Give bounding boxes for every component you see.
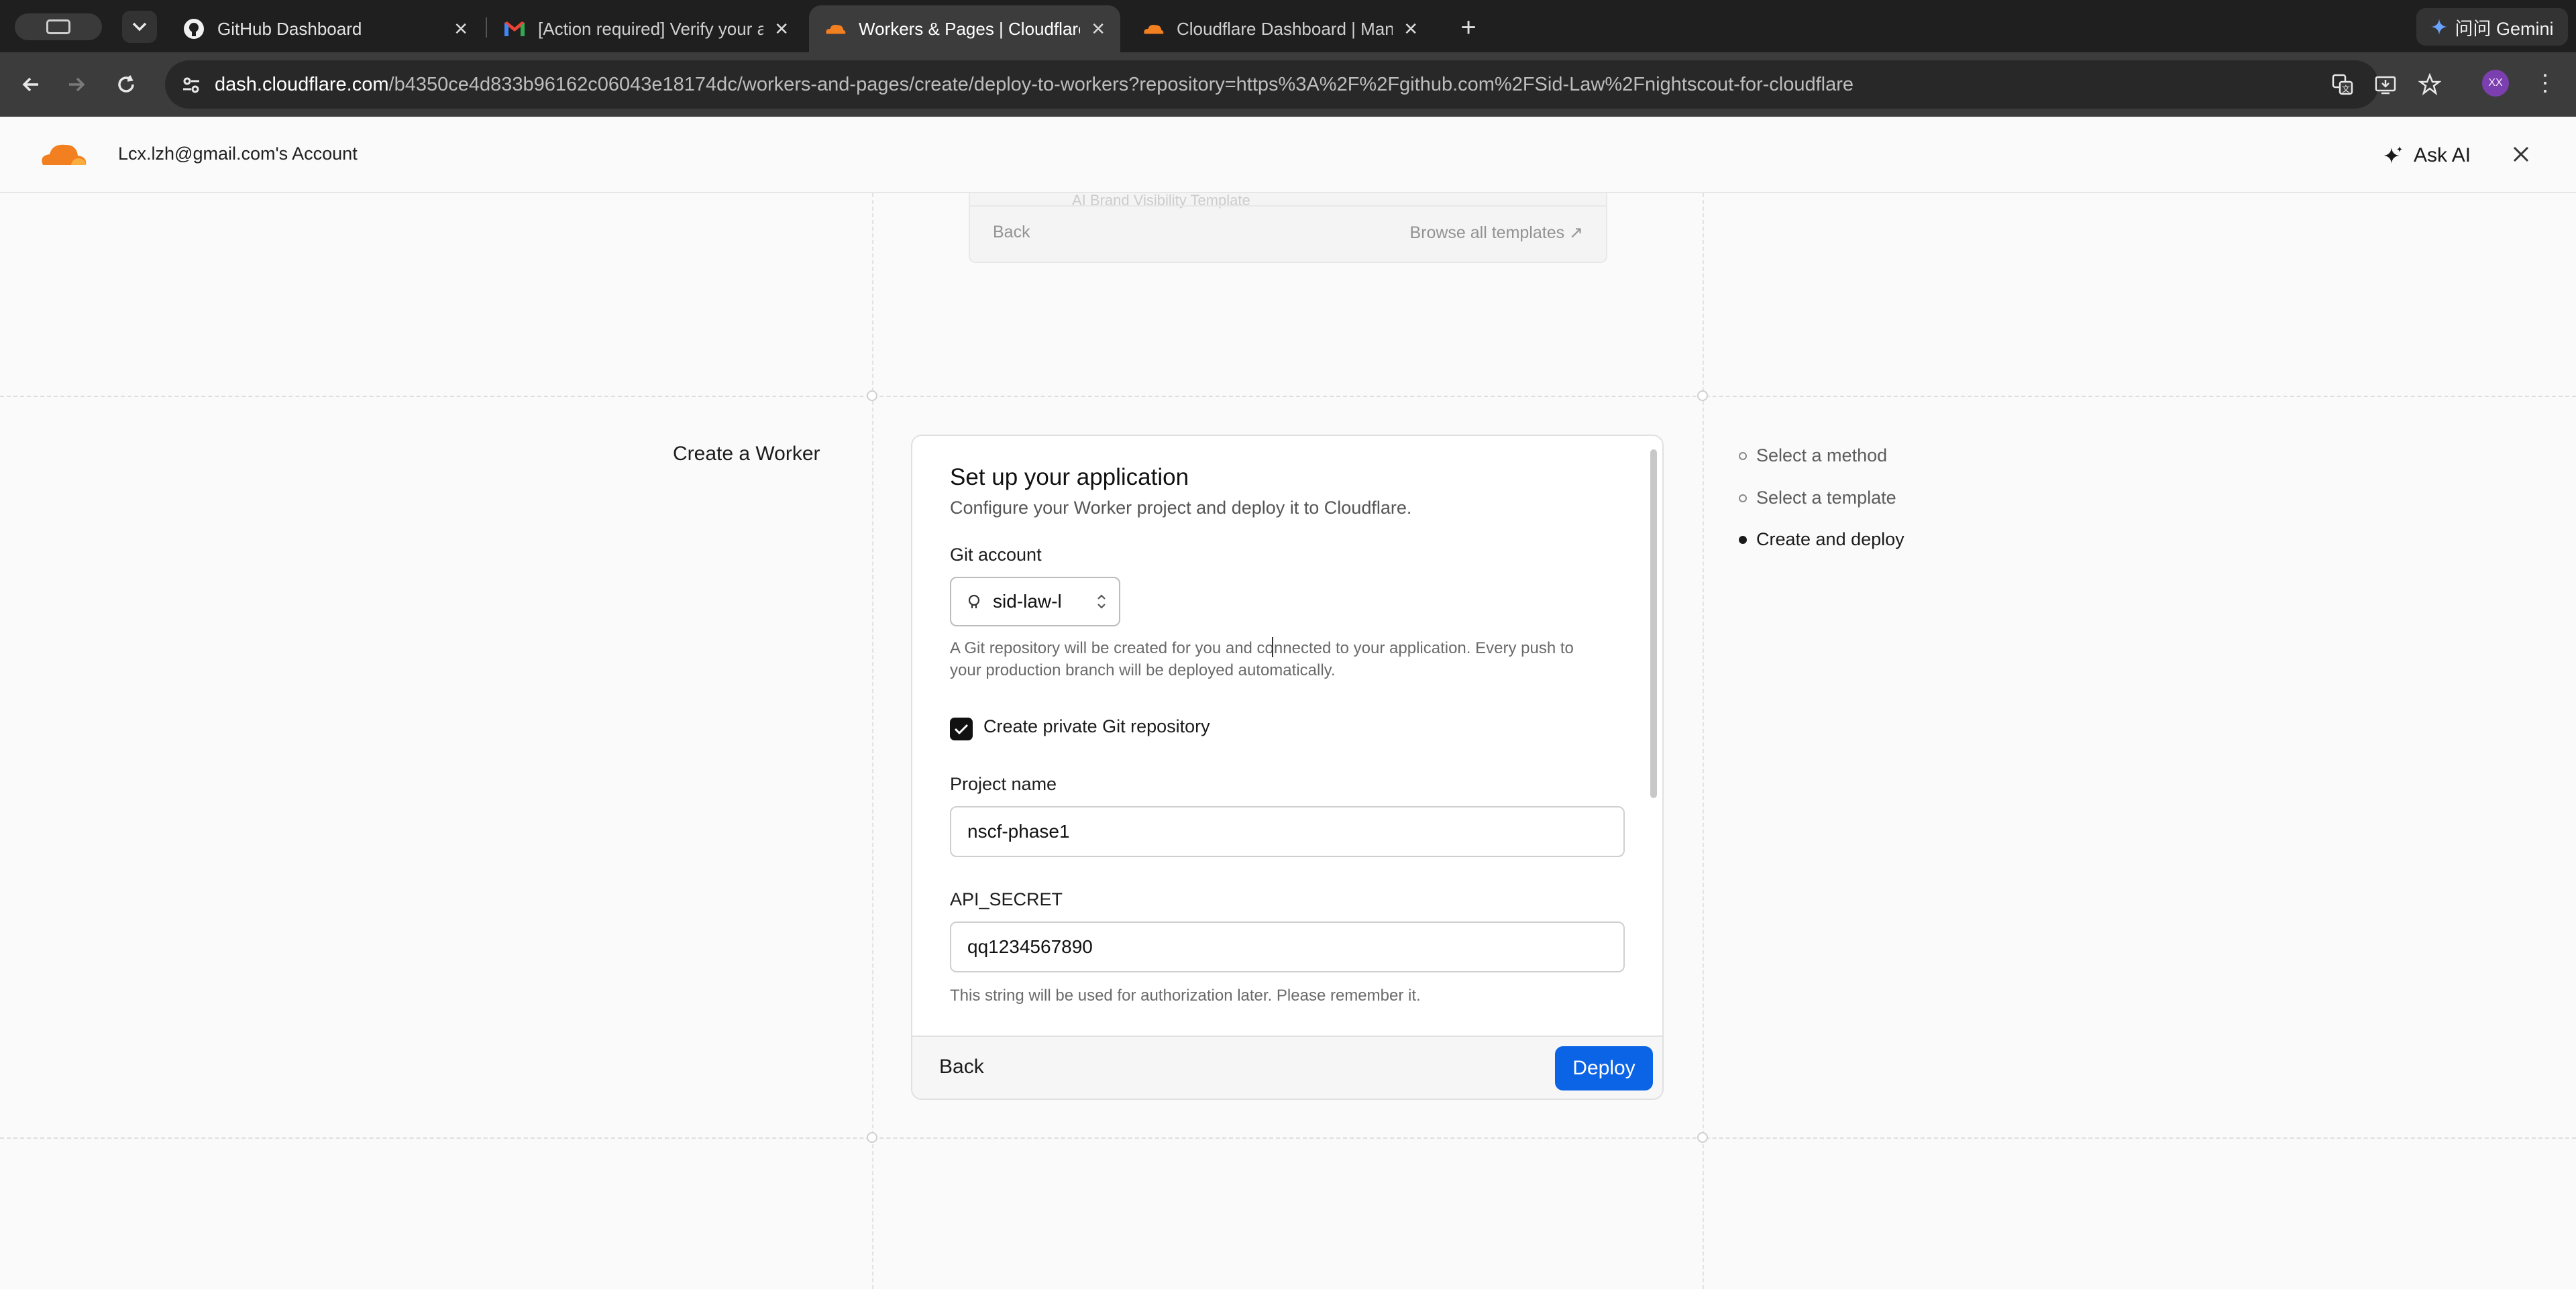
tab-gmail-verify[interactable]: [Action required] Verify your a ✕ bbox=[488, 5, 804, 52]
project-name-label: Project name bbox=[950, 774, 1057, 794]
github-icon bbox=[968, 594, 980, 608]
card-scrollbar[interactable] bbox=[1650, 449, 1657, 798]
ask-ai-button[interactable]: Ask AI bbox=[2383, 141, 2471, 170]
profile-avatar[interactable]: XX bbox=[2482, 70, 2509, 97]
dashboard-header: Lcx.lzh@gmail.com's Account Ask AI bbox=[0, 117, 2576, 193]
translate-icon[interactable]: 文 bbox=[2326, 68, 2359, 101]
chevron-down-icon bbox=[132, 22, 147, 32]
back-button[interactable] bbox=[15, 68, 47, 101]
guide-handle bbox=[1697, 1132, 1708, 1143]
section-title: Create a Worker bbox=[673, 443, 820, 465]
reload-button[interactable] bbox=[110, 68, 142, 101]
sparkle-icon bbox=[2383, 146, 2402, 164]
gmail-icon bbox=[503, 17, 526, 40]
step-select-template: Select a template bbox=[1739, 488, 1896, 508]
bookmark-star-icon[interactable] bbox=[2414, 68, 2446, 101]
step-label: Select a template bbox=[1756, 488, 1896, 508]
tab-title: [Action required] Verify your a bbox=[538, 18, 764, 39]
tab-workers-pages[interactable]: Workers & Pages | Cloudflare ✕ bbox=[809, 5, 1120, 52]
layout-guide bbox=[0, 1137, 2576, 1139]
gemini-label: 问问 Gemini bbox=[2455, 18, 2554, 39]
card-body: Set up your application Configure your W… bbox=[912, 436, 1662, 1035]
cloudflare-icon bbox=[1142, 17, 1165, 40]
chevron-up-down-icon bbox=[1097, 594, 1106, 609]
address-bar[interactable]: dash.cloudflare.com/b4350ce4d833b96162c0… bbox=[165, 60, 2379, 109]
tab-search-button[interactable] bbox=[122, 11, 157, 43]
card-title: Set up your application bbox=[950, 464, 1189, 490]
browser-profile-button[interactable] bbox=[15, 13, 102, 40]
browser-tab-strip: GitHub Dashboard ✕ [Action required] Ver… bbox=[0, 0, 2576, 52]
close-tab-icon[interactable]: ✕ bbox=[774, 19, 789, 40]
step-create-deploy: Create and deploy bbox=[1739, 529, 1904, 550]
card-footer: Back Deploy bbox=[912, 1035, 1662, 1099]
layout-guide bbox=[1703, 193, 1704, 1289]
git-help-text: A Git repository will be created for you… bbox=[950, 637, 1574, 681]
git-help-line-1: A Git repository will be created for you… bbox=[950, 639, 1574, 657]
step-select-method: Select a method bbox=[1739, 445, 1887, 466]
ask-ai-label: Ask AI bbox=[2414, 144, 2471, 166]
close-tab-icon[interactable]: ✕ bbox=[1091, 19, 1106, 40]
reload-icon bbox=[118, 75, 134, 93]
gemini-icon bbox=[2431, 19, 2448, 35]
step-dot-icon bbox=[1739, 535, 1747, 544]
arrow-right-icon bbox=[69, 77, 85, 92]
guide-handle bbox=[1697, 390, 1708, 401]
account-name[interactable]: Lcx.lzh@gmail.com's Account bbox=[118, 144, 358, 164]
template-card-previous: AI Brand Visibility Template Back Browse… bbox=[969, 192, 1607, 263]
private-repo-label[interactable]: Create private Git repository bbox=[983, 716, 1210, 737]
template-ghost-text: AI Brand Visibility Template bbox=[1072, 192, 1250, 209]
guide-handle bbox=[867, 1132, 877, 1143]
private-repo-checkbox[interactable] bbox=[950, 718, 973, 740]
step-label: Create and deploy bbox=[1756, 529, 1904, 549]
close-icon[interactable] bbox=[2505, 138, 2537, 170]
git-help-line-2: your production branch will be deployed … bbox=[950, 661, 1336, 679]
browse-all-templates-link[interactable]: Browse all templates ↗ bbox=[1409, 223, 1583, 243]
step-dot-icon bbox=[1739, 494, 1747, 502]
arrow-left-icon bbox=[22, 77, 38, 92]
api-secret-help: This string will be used for authorizati… bbox=[950, 987, 1421, 1005]
api-secret-label: API_SECRET bbox=[950, 889, 1063, 909]
layout-guide bbox=[872, 193, 873, 1289]
new-tab-button[interactable]: + bbox=[1452, 11, 1485, 44]
close-tab-icon[interactable]: ✕ bbox=[1403, 19, 1418, 40]
tab-cloudflare-dashboard[interactable]: Cloudflare Dashboard | Mana ✕ bbox=[1127, 5, 1433, 52]
tab-separator bbox=[486, 17, 487, 38]
close-tab-icon[interactable]: ✕ bbox=[453, 19, 468, 40]
forward-button[interactable] bbox=[60, 68, 93, 101]
git-account-select[interactable]: sid-law-l bbox=[950, 577, 1120, 626]
browser-menu-icon[interactable]: ⋮ bbox=[2529, 67, 2561, 99]
github-icon bbox=[182, 17, 205, 40]
svg-text:文: 文 bbox=[2342, 84, 2350, 94]
ask-gemini-button[interactable]: 问问 Gemini bbox=[2416, 8, 2568, 46]
git-account-value: sid-law-l bbox=[993, 591, 1062, 612]
divider bbox=[970, 205, 1606, 207]
browser-toolbar: dash.cloudflare.com/b4350ce4d833b96162c0… bbox=[0, 52, 2576, 117]
window-icon bbox=[46, 19, 70, 34]
tab-github-dashboard[interactable]: GitHub Dashboard ✕ bbox=[168, 5, 483, 52]
api-secret-input[interactable] bbox=[950, 921, 1625, 972]
git-account-label: Git account bbox=[950, 545, 1042, 565]
checkmark-icon bbox=[954, 724, 969, 735]
cloudflare-logo[interactable] bbox=[38, 139, 89, 171]
step-label: Select a method bbox=[1756, 445, 1888, 465]
step-dot-icon bbox=[1739, 451, 1747, 460]
text-cursor bbox=[1272, 637, 1275, 657]
setup-application-card: Set up your application Configure your W… bbox=[911, 435, 1664, 1100]
project-name-input[interactable] bbox=[950, 806, 1625, 857]
install-app-icon[interactable] bbox=[2369, 68, 2402, 101]
tab-title: Cloudflare Dashboard | Mana bbox=[1177, 18, 1393, 39]
deploy-button[interactable]: Deploy bbox=[1555, 1046, 1653, 1090]
url-host: dash.cloudflare.com bbox=[215, 73, 389, 95]
guide-handle bbox=[867, 390, 877, 401]
url-path: /b4350ce4d833b96162c06043e18174dc/worker… bbox=[388, 73, 1854, 95]
cloudflare-icon bbox=[824, 17, 847, 40]
tab-title: Workers & Pages | Cloudflare bbox=[859, 18, 1081, 39]
previous-back-button[interactable]: Back bbox=[993, 223, 1030, 242]
card-subtitle: Configure your Worker project and deploy… bbox=[950, 498, 1412, 518]
site-info-icon[interactable] bbox=[181, 75, 201, 95]
layout-guide bbox=[0, 396, 2576, 397]
tab-title: GitHub Dashboard bbox=[217, 18, 362, 39]
back-button[interactable]: Back bbox=[939, 1056, 984, 1078]
